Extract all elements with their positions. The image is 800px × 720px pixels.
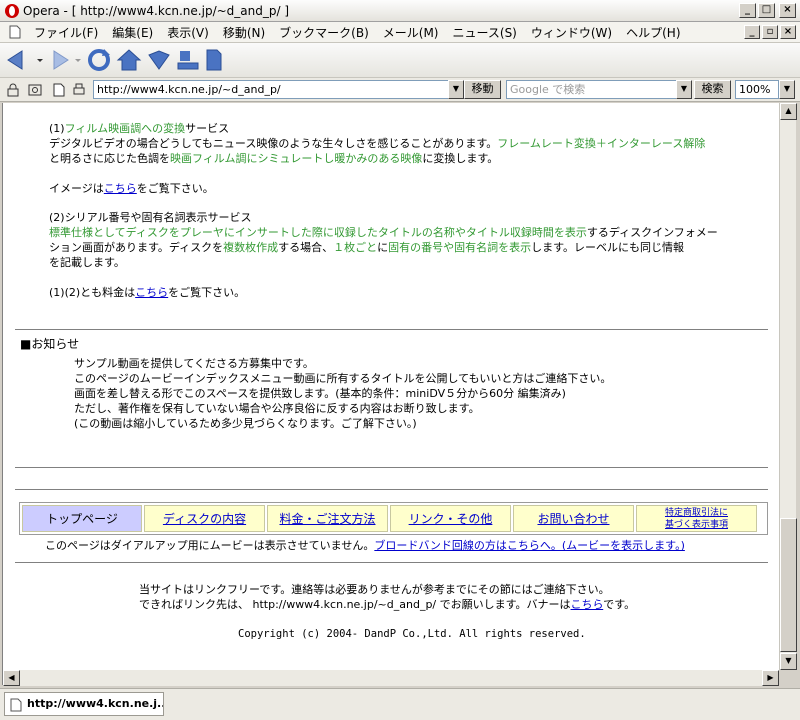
- chevron-down-icon: [37, 59, 43, 62]
- back-button[interactable]: [6, 48, 32, 72]
- service2-line2: ション画面があります。ディスクを複数枚作成する場合、１枚ごとに固有の番号や固有名…: [49, 241, 685, 254]
- divider: [15, 329, 768, 330]
- search-input[interactable]: Google で検索: [506, 80, 692, 99]
- wand-button[interactable]: [146, 47, 172, 73]
- print-icon: [206, 49, 222, 71]
- page-viewport: (1)フィルム映画調への変換サービス デジタルビデオの場合どうしてもニュース映像…: [2, 103, 779, 685]
- address-dropdown[interactable]: ▼: [448, 80, 464, 99]
- doc-restore-button[interactable]: ▫: [762, 25, 778, 39]
- service1-title: (1)フィルム映画調への変換サービス: [49, 122, 230, 135]
- nav-disc-contents[interactable]: ディスクの内容: [144, 505, 265, 532]
- hotlist-icon: [177, 51, 199, 70]
- page-tab[interactable]: http://www4.kcn.ne.j...: [4, 692, 164, 716]
- doc-minimize-button[interactable]: _: [744, 25, 760, 39]
- vertical-scrollbar[interactable]: ▲ ▼: [779, 103, 797, 670]
- menu-news[interactable]: ニュース(S): [445, 24, 523, 41]
- close-button[interactable]: ×: [779, 3, 796, 18]
- nav-price-order[interactable]: 料金・ご注文方法: [267, 505, 388, 532]
- price-line: (1)(2)とも料金はこちらをご覧下さい。: [49, 286, 246, 299]
- menu-file[interactable]: ファイル(F): [27, 24, 105, 41]
- scroll-down-arrow[interactable]: ▼: [780, 653, 797, 670]
- menu-bookmarks[interactable]: ブックマーク(B): [272, 24, 376, 41]
- home-icon: [116, 49, 142, 71]
- maximize-button[interactable]: □: [758, 3, 775, 18]
- scroll-up-arrow[interactable]: ▲: [780, 103, 797, 120]
- image-link[interactable]: こちら: [104, 182, 137, 195]
- cookie-icon[interactable]: [28, 83, 42, 97]
- print-preview-icon[interactable]: [72, 83, 86, 97]
- notice-line: (この動画は縮小しているため多少見づらくなります。ご了解下さい。): [74, 417, 417, 430]
- go-button[interactable]: 移動: [464, 80, 501, 99]
- site-nav-table: トップページ ディスクの内容 料金・ご注文方法 リンク・その他 お問い合わせ 特…: [19, 502, 768, 535]
- menu-bar: ファイル(F) 編集(E) 表示(V) 移動(N) ブックマーク(B) メール(…: [0, 22, 800, 43]
- address-toolbar: http://www4.kcn.ne.jp/~d_and_p/ ▼ 移動 Goo…: [0, 78, 800, 102]
- service1-line3: と明るさに応じた色調を映画フィルム調にシミュレートし暖かみのある映像に変換します…: [49, 152, 499, 165]
- zoom-dropdown[interactable]: ▼: [779, 80, 795, 99]
- nav-contact[interactable]: お問い合わせ: [513, 505, 634, 532]
- service2-title: (2)シリアル番号や固有名詞表示サービス: [49, 211, 252, 224]
- menu-window[interactable]: ウィンドウ(W): [524, 24, 619, 41]
- horizontal-scrollbar[interactable]: ◀ ▶: [3, 670, 779, 686]
- menu-navigate[interactable]: 移動(N): [216, 24, 272, 41]
- menu-view[interactable]: 表示(V): [160, 24, 216, 41]
- divider: [15, 467, 768, 468]
- notice-line: 画面を差し替える形でこのスペースを提供致します。(基本的条件：miniDV５分か…: [74, 387, 566, 400]
- reload-icon: [88, 49, 110, 71]
- notice-line: サンプル動画を提供してくださる方募集中です。: [74, 357, 314, 370]
- window-title: Opera - [ http://www4.kcn.ne.jp/~d_and_p…: [23, 3, 290, 18]
- link-free-line: 当サイトはリンクフリーです。連絡等は必要ありませんが参考までにその節にはご連絡下…: [139, 583, 610, 596]
- vertical-scroll-thumb[interactable]: [780, 518, 797, 652]
- minimize-button[interactable]: _: [739, 3, 756, 18]
- service1-line2: デジタルビデオの場合どうしてもニュース映像のような生々しさを感じることがあります…: [49, 137, 706, 150]
- image-line: イメージはこちらをご覧下さい。: [49, 182, 214, 195]
- link-url-line: できればリンク先は、 http://www4.kcn.ne.jp/~d_and_…: [139, 598, 636, 611]
- banner-link[interactable]: こちら: [571, 598, 604, 611]
- page-icon[interactable]: [52, 83, 66, 97]
- chevron-down-icon: [75, 59, 81, 62]
- dialup-line: このページはダイアルアップ用にムービーは表示させていません。ブロードバンド回線の…: [45, 539, 685, 552]
- wand-icon: [148, 50, 170, 70]
- page-bar: http://www4.kcn.ne.j...: [0, 688, 800, 720]
- notice-title: ■お知らせ: [20, 337, 80, 351]
- navigation-toolbar: [0, 43, 800, 78]
- menu-mail[interactable]: メール(M): [376, 24, 446, 41]
- reload-button[interactable]: [86, 47, 112, 73]
- lock-icon[interactable]: [6, 83, 20, 97]
- back-history-dropdown[interactable]: [36, 48, 44, 72]
- service2-line3: を記載します。: [49, 256, 125, 269]
- document-icon: [9, 25, 21, 39]
- page-tab-title: http://www4.kcn.ne.j...: [27, 697, 164, 710]
- scroll-right-arrow[interactable]: ▶: [762, 670, 779, 686]
- doc-close-button[interactable]: ×: [780, 25, 796, 39]
- hotlist-button[interactable]: [176, 47, 200, 73]
- notice-line: このページのムービーインデックスメニュー動画に所有するタイトルを公開してもいいと…: [74, 372, 612, 385]
- nav-top-page[interactable]: トップページ: [22, 505, 142, 532]
- divider: [15, 562, 768, 563]
- search-button[interactable]: 検索: [694, 80, 731, 99]
- window-titlebar: Opera - [ http://www4.kcn.ne.jp/~d_and_p…: [0, 0, 800, 22]
- zoom-select[interactable]: 100%: [735, 80, 779, 99]
- copyright: Copyright (c) 2004- DandP Co.,Ltd. All r…: [238, 628, 586, 640]
- page-icon: [10, 698, 22, 712]
- forward-history-dropdown[interactable]: [74, 48, 82, 72]
- scroll-left-arrow[interactable]: ◀: [3, 670, 20, 686]
- home-button[interactable]: [116, 47, 142, 73]
- search-engine-dropdown[interactable]: ▼: [676, 80, 692, 99]
- back-arrow-icon: [7, 50, 23, 70]
- scrollbar-corner: [779, 670, 796, 686]
- menu-help[interactable]: ヘルプ(H): [619, 24, 687, 41]
- forward-button[interactable]: [48, 48, 70, 72]
- menu-edit[interactable]: 編集(E): [105, 24, 160, 41]
- notice-line: ただし、著作権を保有していない場合や公序良俗に反する内容はお断り致します。: [74, 402, 480, 415]
- address-input[interactable]: http://www4.kcn.ne.jp/~d_and_p/: [93, 80, 464, 99]
- nav-legal-notice[interactable]: 特定商取引法に 基づく表示事項: [636, 505, 757, 532]
- price-link[interactable]: こちら: [135, 286, 168, 299]
- nav-links-other[interactable]: リンク・その他: [390, 505, 511, 532]
- opera-logo-icon: [5, 3, 19, 18]
- print-button[interactable]: [204, 47, 224, 73]
- divider: [15, 489, 768, 490]
- forward-arrow-icon: [53, 50, 69, 70]
- broadband-link[interactable]: ブロードバンド回線の方はこちらへ。(ムービーを表示します。): [374, 539, 685, 552]
- service2-line1: 標準仕様としてディスクをプレーヤにインサートした際に収録したタイトルの名称やタイ…: [49, 226, 718, 239]
